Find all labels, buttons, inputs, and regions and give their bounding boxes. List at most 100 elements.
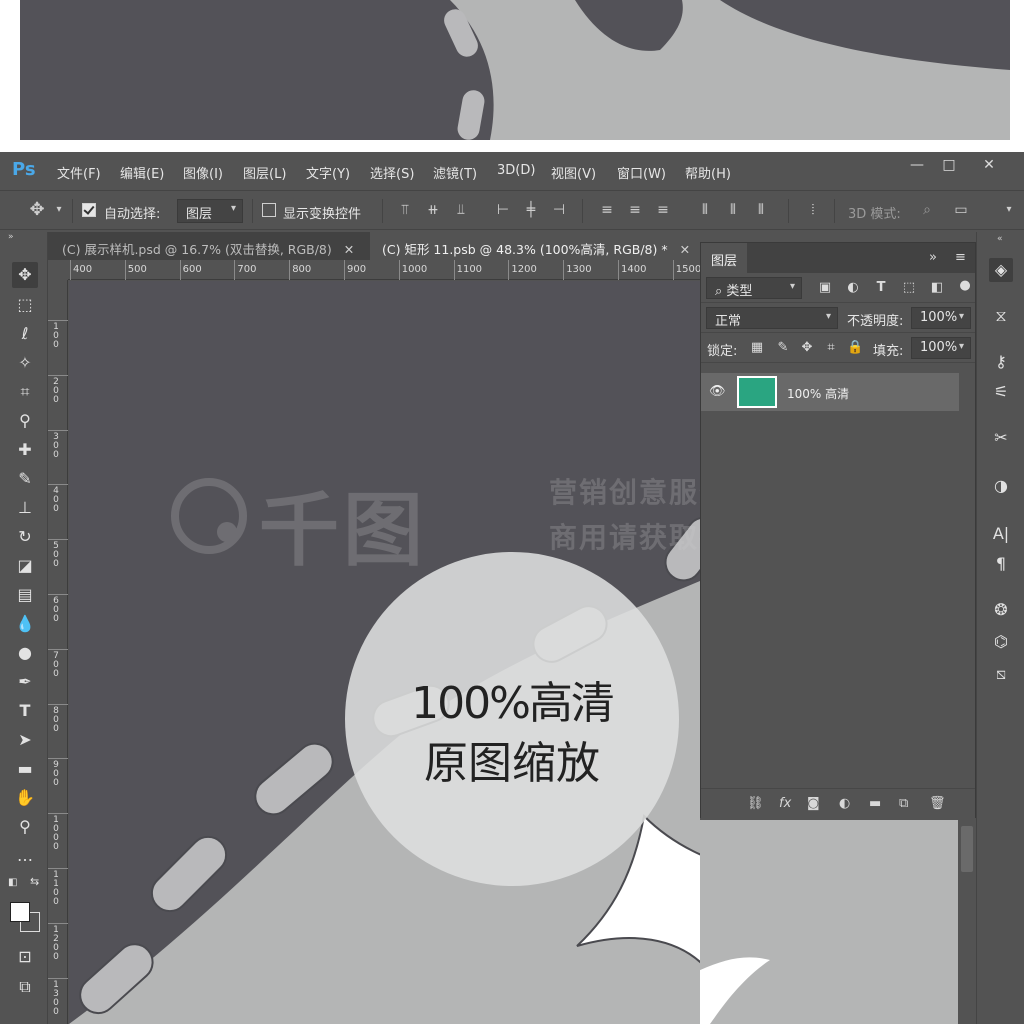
vertical-scrollbar[interactable] [958,820,976,1024]
fill-input[interactable]: 100% ▾ [911,337,971,359]
properties-icon[interactable]: ⧅ [989,662,1013,686]
move-tool-icon[interactable]: ✥ [12,262,38,288]
collapse-toolbar-icon[interactable]: » [8,232,14,242]
quick-mask-icon[interactable]: ⊡ [12,944,38,970]
filter-toggle-icon[interactable]: ● [957,278,973,293]
document-canvas-lower[interactable] [700,820,960,1024]
layers-icon[interactable]: ◈ [989,258,1013,282]
lasso-tool-icon[interactable]: ℓ [12,321,38,347]
rectangle-tool-icon[interactable]: ▬ [12,756,38,782]
hand-tool-icon[interactable]: ✋ [12,785,38,811]
distribute-bottom-icon[interactable]: ≡ [654,201,672,219]
path-select-icon[interactable]: ➤ [12,727,38,753]
new-group-icon[interactable]: ▬ [869,796,881,811]
close-icon[interactable]: ✕ [680,242,690,257]
clone-stamp-icon[interactable]: ⊥ [12,495,38,521]
close-icon[interactable]: ✕ [344,242,354,257]
add-mask-icon[interactable]: ◙ [807,796,820,811]
menu-type[interactable]: 文字(Y) [306,163,350,182]
filter-smart-object-icon[interactable]: ◧ [929,280,945,295]
blur-tool-icon[interactable]: 💧 [12,611,38,637]
history-icon[interactable]: ⧖ [989,304,1013,328]
distribute-left-icon[interactable]: ⦀ [696,201,714,219]
align-top-icon[interactable]: ⫪ [396,201,414,219]
filter-shape-icon[interactable]: ⬚ [901,280,917,295]
tab-showcase-psd[interactable]: (C) 展示样机.psd @ 16.7% (双击替换, RGB/8) ✕ [50,232,366,260]
color-icon[interactable]: ◑ [989,474,1013,498]
filter-pixel-icon[interactable]: ▣ [817,280,833,295]
menu-filter[interactable]: 滤镜(T) [433,163,477,182]
swap-colors-icon[interactable]: ⇆ [30,875,39,888]
maximize-button[interactable]: □ [930,152,968,178]
menu-help[interactable]: 帮助(H) [685,163,731,182]
lock-transparency-icon[interactable]: ▦ [749,340,765,355]
close-window-button[interactable]: ✕ [970,152,1008,178]
opacity-input[interactable]: 100% ▾ [911,307,971,329]
type-tool-icon[interactable]: T [12,698,38,724]
magic-wand-icon[interactable]: ✧ [12,350,38,376]
eraser-tool-icon[interactable]: ◪ [12,553,38,579]
distribute-right-icon[interactable]: ⦀ [752,201,770,219]
delete-layer-icon[interactable]: 🗑 [929,796,946,811]
paragraph-icon[interactable]: ¶ [989,552,1013,576]
tool-presets-icon[interactable]: ✂ [989,426,1013,450]
filter-type-dropdown[interactable]: ⌕ 类型 ▾ [706,277,802,299]
menu-window[interactable]: 窗口(W) [617,163,666,182]
vertical-ruler[interactable]: 100 200 300 400 500 600 700 800 900 1000 1100 1200 1… [48,280,68,1024]
screen-mode-icon[interactable]: ⧉ [12,974,38,1000]
new-layer-icon[interactable]: ⧉ [899,796,908,811]
eye-icon[interactable]: 👁 [709,384,726,399]
align-left-icon[interactable]: ⊢ [494,201,512,219]
marquee-tool-icon[interactable]: ⬚ [12,292,38,318]
3d-orbit-icon[interactable]: ⌕ [918,201,936,219]
preset-caret-icon[interactable]: ▾ [50,201,68,219]
distribute-vcenter-icon[interactable]: ≡ [626,201,644,219]
adjustments-icon[interactable]: ⚟ [989,380,1013,404]
default-colors-icon[interactable]: ◧ [8,877,17,888]
layers-panel-tab[interactable]: 图层 [701,243,748,273]
menu-file[interactable]: 文件(F) [57,163,101,182]
collapse-dock-icon[interactable]: « [997,234,1003,244]
menu-edit[interactable]: 编辑(E) [120,163,164,182]
menu-image[interactable]: 图像(I) [183,163,223,182]
auto-select-checkbox[interactable] [82,203,96,217]
menu-view[interactable]: 视图(V) [551,163,596,182]
gradient-tool-icon[interactable]: ▤ [12,582,38,608]
align-bottom-icon[interactable]: ⫫ [452,201,470,219]
link-layers-icon[interactable]: ⛓ [747,796,764,811]
workspace-caret-icon[interactable]: ▾ [1000,201,1018,219]
filter-type-icon[interactable]: T [873,280,889,295]
lock-image-icon[interactable]: ✎ [775,340,791,355]
menu-layer[interactable]: 图层(L) [243,163,286,182]
menu-select[interactable]: 选择(S) [370,163,414,182]
scrollbar-thumb[interactable] [961,826,973,872]
character-icon[interactable]: A| [989,522,1013,546]
lock-all-icon[interactable]: 🔒 [847,340,863,355]
foreground-color-swatch[interactable] [10,902,30,922]
healing-brush-icon[interactable]: ✚ [12,437,38,463]
new-adjustment-icon[interactable]: ◐ [839,796,850,811]
filter-adjustment-icon[interactable]: ◐ [845,280,861,295]
align-vcenter-icon[interactable]: ⧺ [424,201,442,219]
eyedropper-icon[interactable]: ⚲ [12,408,38,434]
panel-menu-icon[interactable]: ≡ [955,250,966,265]
history-brush-icon[interactable]: ↻ [12,524,38,550]
blend-mode-dropdown[interactable]: 正常 ▾ [706,307,838,329]
channels-icon[interactable]: ❂ [989,598,1013,622]
collapse-panel-icon[interactable]: » [929,250,937,265]
align-hcenter-icon[interactable]: ╪ [522,201,540,219]
align-right-icon[interactable]: ⊣ [550,201,568,219]
workspace-switch-icon[interactable]: ▭ [952,201,970,219]
fx-icon[interactable]: fx [779,796,791,811]
pen-tool-icon[interactable]: ✒ [12,669,38,695]
menu-3d[interactable]: 3D(D) [497,163,535,178]
distribute-hcenter-icon[interactable]: ⦀ [724,201,742,219]
lock-position-icon[interactable]: ✥ [799,340,815,355]
layer-name[interactable]: 100% 高清 [787,385,849,402]
show-transform-checkbox[interactable] [262,203,276,217]
more-tools-icon[interactable]: … [12,843,38,869]
lock-artboard-icon[interactable]: ⌗ [823,340,839,355]
dodge-tool-icon[interactable]: ● [12,640,38,666]
brush-tool-icon[interactable]: ✎ [12,466,38,492]
auto-select-target-dropdown[interactable]: 图层 ▾ [177,199,243,223]
